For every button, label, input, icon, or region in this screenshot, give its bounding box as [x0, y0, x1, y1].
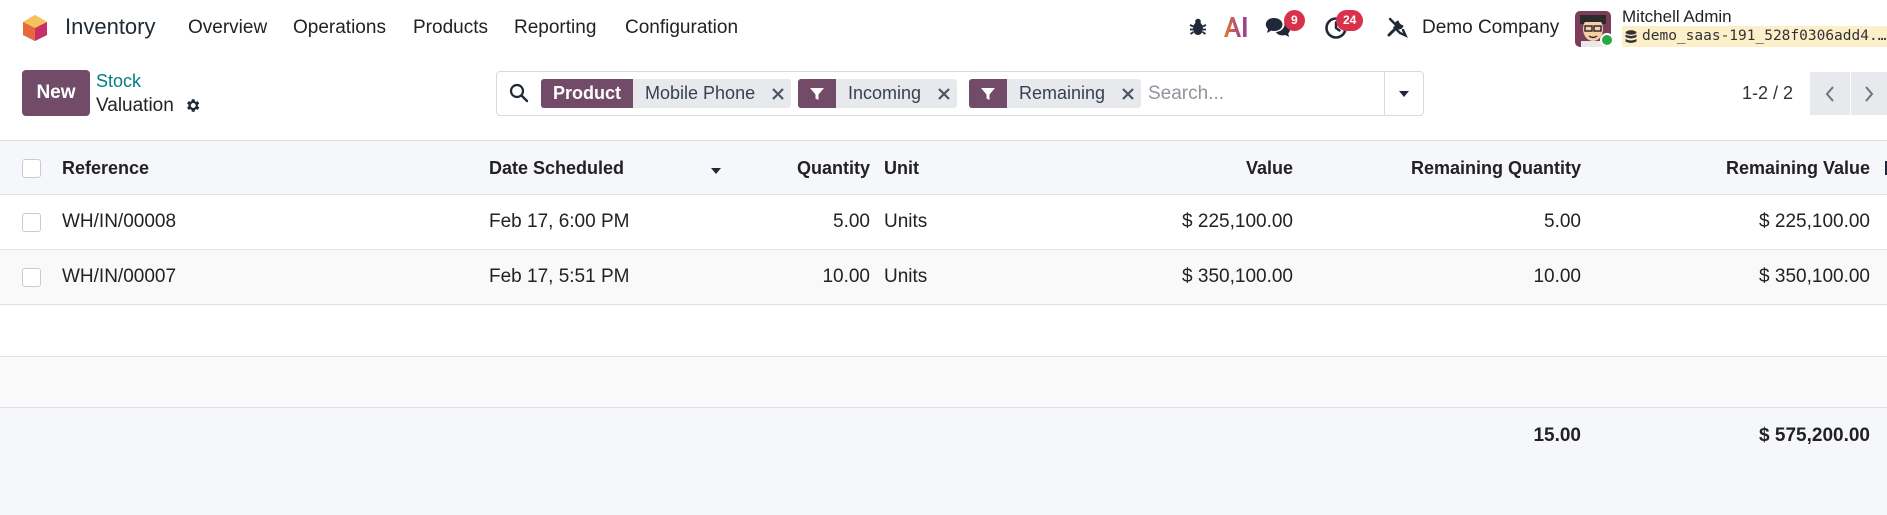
pager-value[interactable]: 1-2 / 2: [1742, 83, 1793, 104]
cell-date-scheduled: Feb 17, 5:51 PM: [489, 266, 630, 287]
cell-unit: Units: [884, 266, 928, 287]
column-reference[interactable]: Reference: [62, 158, 149, 179]
database-name: demo_saas-191_528f0306add4...: [1622, 26, 1887, 47]
cell-reference: WH/IN/00007: [62, 266, 177, 287]
cell-date-scheduled: Feb 17, 6:00 PM: [489, 211, 630, 232]
cell-quantity: 10.00: [822, 266, 870, 287]
tools-icon[interactable]: [1386, 16, 1408, 38]
caret-down-icon: [1399, 90, 1409, 97]
column-value[interactable]: Value: [1093, 158, 1293, 179]
row-checkbox[interactable]: [22, 213, 41, 232]
menu-reporting[interactable]: Reporting: [514, 17, 596, 39]
table-row[interactable]: WH/IN/00008 Feb 17, 6:00 PM 5.00 Units $…: [0, 195, 1887, 250]
cell-remaining-value: $ 225,100.00: [1759, 211, 1870, 232]
new-button[interactable]: New: [22, 70, 90, 116]
cell-remaining-quantity: 10.00: [1533, 266, 1581, 287]
cell-unit: Units: [884, 211, 928, 232]
facet-product: Product Mobile Phone: [541, 79, 792, 108]
chevron-left-icon: [1825, 85, 1834, 102]
table-header: Reference Date Scheduled Quantity Unit V…: [0, 140, 1887, 195]
filter-icon: [969, 79, 1007, 108]
cell-remaining-quantity: 5.00: [1544, 211, 1581, 232]
facet-incoming-value: Incoming: [848, 83, 922, 103]
menu-configuration[interactable]: Configuration: [625, 17, 738, 39]
facet-incoming-filter: Incoming: [798, 79, 958, 108]
pager-previous-button[interactable]: [1810, 72, 1850, 115]
filter-icon: [798, 79, 836, 108]
cell-value: $ 225,100.00: [1182, 211, 1293, 232]
remove-facet-incoming-icon[interactable]: [931, 79, 957, 108]
inventory-app-icon[interactable]: [21, 14, 49, 42]
total-remaining-value: $ 575,200.00: [1759, 425, 1870, 446]
column-remaining-value[interactable]: Remaining Value: [1620, 158, 1870, 179]
activities-count-badge: 24: [1336, 10, 1364, 31]
cell-quantity: 5.00: [833, 211, 870, 232]
empty-row: [0, 305, 1887, 357]
gear-icon[interactable]: [184, 97, 201, 114]
select-all-checkbox[interactable]: [22, 159, 41, 178]
cell-value: $ 350,100.00: [1182, 266, 1293, 287]
column-date-scheduled[interactable]: Date Scheduled: [489, 158, 624, 179]
sort-descending-icon[interactable]: [710, 167, 722, 175]
search-input[interactable]: [1148, 79, 1378, 108]
facet-product-value: Mobile Phone: [645, 83, 756, 103]
menu-operations[interactable]: Operations: [293, 17, 386, 39]
table-footer-totals: 15.00 $ 575,200.00: [0, 407, 1887, 515]
total-remaining-quantity: 15.00: [1533, 425, 1581, 446]
database-icon: [1625, 30, 1637, 43]
pager-next-button[interactable]: [1851, 72, 1887, 115]
remove-facet-product-icon[interactable]: [765, 79, 791, 108]
online-status-indicator: [1600, 33, 1614, 47]
facet-remaining-value: Remaining: [1019, 83, 1106, 103]
table-row[interactable]: WH/IN/00007 Feb 17, 5:51 PM 10.00 Units …: [0, 250, 1887, 305]
breadcrumb-stock-link[interactable]: Stock: [96, 71, 141, 92]
menu-overview[interactable]: Overview: [188, 17, 267, 39]
column-unit[interactable]: Unit: [884, 158, 919, 179]
messages-count-badge: 9: [1284, 10, 1305, 31]
chevron-right-icon: [1865, 85, 1874, 102]
cell-reference: WH/IN/00008: [62, 211, 177, 232]
column-remaining-quantity[interactable]: Remaining Quantity: [1330, 158, 1581, 179]
user-name[interactable]: Mitchell Admin: [1622, 7, 1732, 27]
remove-facet-remaining-icon[interactable]: [1115, 79, 1141, 108]
menu-products[interactable]: Products: [413, 17, 488, 39]
cell-remaining-value: $ 350,100.00: [1759, 266, 1870, 287]
search-options-toggle[interactable]: [1384, 72, 1423, 115]
column-quantity[interactable]: Quantity: [750, 158, 870, 179]
row-checkbox[interactable]: [22, 268, 41, 287]
page-title: Valuation: [96, 95, 174, 116]
empty-row: [0, 357, 1887, 407]
debug-bug-icon[interactable]: [1188, 17, 1208, 37]
company-switcher[interactable]: Demo Company: [1422, 17, 1559, 39]
app-title[interactable]: Inventory: [65, 14, 156, 40]
ai-icon[interactable]: [1223, 16, 1250, 38]
facet-product-label: Product: [541, 79, 634, 108]
search-icon[interactable]: [509, 83, 529, 103]
facet-remaining-filter: Remaining: [969, 79, 1142, 108]
top-navbar: Inventory Overview Operations Products R…: [0, 0, 1887, 56]
